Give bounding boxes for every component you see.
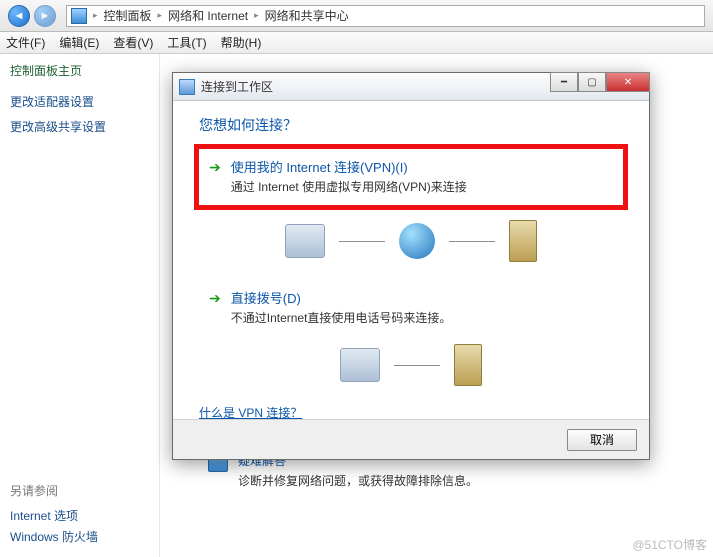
wire-icon [394, 365, 440, 366]
nav-back-button[interactable]: ◄ [8, 5, 30, 27]
option-dialup-desc: 不通过Internet直接使用电话号码来连接。 [231, 309, 452, 326]
breadcrumb-network-sharing[interactable]: 网络和共享中心 [265, 7, 349, 24]
cancel-button[interactable]: 取消 [567, 429, 637, 451]
sidebar-windows-firewall[interactable]: Windows 防火墙 [10, 528, 149, 545]
arrow-right-icon: ➔ [209, 159, 221, 175]
globe-icon [399, 223, 435, 259]
menu-edit[interactable]: 编辑(E) [59, 34, 99, 51]
dialog-title-icon [179, 79, 195, 95]
wire-icon [449, 241, 495, 242]
sidebar-see-also: 另请参阅 [10, 482, 149, 499]
menu-tools[interactable]: 工具(T) [167, 34, 206, 51]
minimize-button[interactable]: ━ [550, 72, 578, 92]
wire-icon [339, 241, 385, 242]
nav-forward-button[interactable]: ► [34, 5, 56, 27]
option-vpn[interactable]: ➔ 使用我的 Internet 连接(VPN)(I) 通过 Internet 使… [194, 144, 628, 210]
sidebar-internet-options[interactable]: Internet 选项 [10, 507, 149, 524]
breadcrumb[interactable]: ▸ 控制面板 ▸ 网络和 Internet ▸ 网络和共享中心 [66, 5, 705, 27]
breadcrumb-control-panel[interactable]: 控制面板 [104, 7, 152, 24]
maximize-button[interactable]: ▢ [578, 72, 606, 92]
dialup-illustration [199, 344, 623, 386]
sidebar-adapter-settings[interactable]: 更改适配器设置 [10, 93, 149, 110]
dialog-body: 您想如何连接？ ➔ 使用我的 Internet 连接(VPN)(I) 通过 In… [173, 101, 649, 435]
sidebar-advanced-sharing[interactable]: 更改高级共享设置 [10, 118, 149, 135]
sidebar: 控制面板主页 更改适配器设置 更改高级共享设置 另请参阅 Internet 选项… [0, 54, 160, 557]
server-icon [454, 344, 482, 386]
breadcrumb-network-internet[interactable]: 网络和 Internet [168, 7, 248, 24]
computer-icon [285, 224, 325, 258]
sidebar-heading[interactable]: 控制面板主页 [10, 62, 149, 79]
dialog-title: 连接到工作区 [201, 78, 273, 95]
close-button[interactable]: ✕ [606, 72, 650, 92]
chevron-right-icon: ▸ [158, 10, 163, 21]
chevron-right-icon: ▸ [93, 10, 98, 21]
computer-icon [340, 348, 380, 382]
vpn-illustration [199, 220, 623, 262]
option-dialup[interactable]: ➔ 直接拨号(D) 不通过Internet直接使用电话号码来连接。 [199, 280, 623, 334]
troubleshoot-desc: 诊断并修复网络问题，或获得故障排除信息。 [238, 472, 478, 489]
menu-file[interactable]: 文件(F) [6, 34, 45, 51]
arrow-right-icon: ➔ [209, 290, 221, 306]
menu-view[interactable]: 查看(V) [113, 34, 153, 51]
address-bar: ◄ ► ▸ 控制面板 ▸ 网络和 Internet ▸ 网络和共享中心 [0, 0, 713, 32]
dialog-prompt: 您想如何连接？ [199, 115, 623, 135]
option-vpn-title: 使用我的 Internet 连接(VPN)(I) [231, 157, 467, 176]
what-is-vpn-link[interactable]: 什么是 VPN 连接？ [199, 406, 302, 420]
option-vpn-desc: 通过 Internet 使用虚拟专用网络(VPN)来连接 [231, 178, 467, 195]
option-dialup-title: 直接拨号(D) [231, 288, 452, 307]
control-panel-icon [71, 8, 87, 24]
chevron-right-icon: ▸ [254, 10, 259, 21]
server-icon [509, 220, 537, 262]
connect-workplace-dialog: ━ ▢ ✕ 连接到工作区 您想如何连接？ ➔ 使用我的 Internet 连接(… [172, 72, 650, 460]
menu-bar: 文件(F) 编辑(E) 查看(V) 工具(T) 帮助(H) [0, 32, 713, 54]
menu-help[interactable]: 帮助(H) [221, 34, 262, 51]
watermark: @51CTO博客 [632, 536, 707, 553]
window-controls: ━ ▢ ✕ [550, 72, 650, 92]
dialog-footer: 取消 [173, 419, 649, 459]
